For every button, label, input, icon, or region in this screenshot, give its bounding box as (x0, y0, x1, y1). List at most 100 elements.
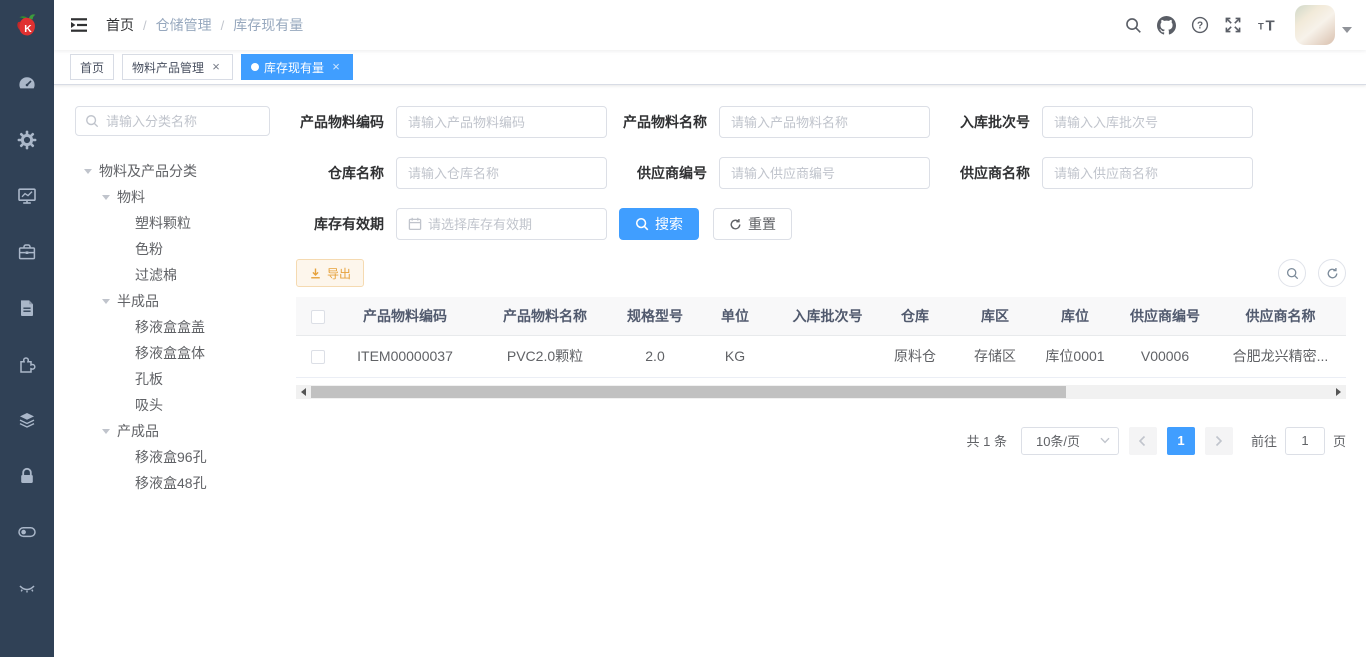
column-header: 规格型号 (620, 297, 690, 335)
tab-1[interactable]: 物料产品管理× (122, 54, 233, 80)
table-cell: 库位0001 (1035, 335, 1115, 377)
tree-node[interactable]: 孔板 (75, 366, 296, 392)
category-tree-panel: 物料及产品分类物料塑料颗粒色粉过滤棉半成品移液盒盒盖移液盒盒体孔板吸头产成品移液… (54, 85, 296, 657)
toggle-search-button[interactable] (1278, 259, 1306, 287)
grid-toolbar: 导出 (296, 259, 1346, 287)
github-icon[interactable] (1157, 16, 1176, 35)
field-input-box[interactable] (719, 157, 930, 189)
goto-suffix: 页 (1333, 431, 1346, 450)
search-icon (1286, 267, 1299, 280)
sidebar-item-lock[interactable] (0, 448, 54, 504)
table-row[interactable]: ITEM00000037PVC2.0颗粒2.0KG原料仓存储区库位0001V00… (296, 335, 1346, 377)
search-icon[interactable] (1125, 17, 1142, 34)
field-input[interactable] (408, 166, 595, 181)
tree-node[interactable]: 过滤棉 (75, 262, 296, 288)
field-input[interactable] (1054, 166, 1241, 181)
tree-expand-icon[interactable] (102, 299, 117, 304)
tab-0[interactable]: 首页 (70, 54, 114, 80)
row-checkbox[interactable] (311, 350, 325, 364)
app-logo[interactable]: K (0, 0, 54, 54)
sidebar-item-monitor[interactable] (0, 168, 54, 224)
sidebar-item-document[interactable] (0, 280, 54, 336)
tree-node[interactable]: 物料 (75, 184, 296, 210)
chevron-down-icon (1100, 437, 1110, 444)
goto-page-input[interactable] (1285, 427, 1325, 455)
scroll-right-icon[interactable] (1331, 385, 1346, 399)
sidebar-item-toggle[interactable] (0, 504, 54, 560)
category-search-input[interactable] (106, 114, 260, 129)
breadcrumb-separator: / (221, 18, 225, 33)
category-search-box[interactable] (75, 106, 270, 136)
horizontal-scrollbar[interactable] (296, 385, 1346, 399)
tree-node[interactable]: 移液盒48孔 (75, 470, 296, 496)
avatar[interactable] (1295, 5, 1335, 45)
tree-node[interactable]: 塑料颗粒 (75, 210, 296, 236)
page-number-button[interactable]: 1 (1167, 427, 1195, 455)
next-page-button[interactable] (1205, 427, 1233, 455)
tree-node[interactable]: 吸头 (75, 392, 296, 418)
breadcrumb-item[interactable]: 仓储管理 (156, 15, 212, 35)
export-button[interactable]: 导出 (296, 259, 364, 287)
table-cell: PVC2.0颗粒 (470, 335, 620, 377)
top-navbar: 首页/仓储管理/库存现有量 ?TT (54, 0, 1366, 50)
field-input-box[interactable] (1042, 157, 1253, 189)
table-cell: 合肥龙兴精密... (1215, 335, 1346, 377)
eye-closed-icon (17, 578, 37, 598)
table-cell (780, 335, 875, 377)
fullscreen-icon[interactable] (1224, 16, 1242, 34)
tree-expand-icon[interactable] (102, 429, 117, 434)
tree-node[interactable]: 产成品 (75, 418, 296, 444)
dashboard-icon (17, 74, 37, 94)
field-input-box[interactable] (396, 157, 607, 189)
sidebar-item-dashboard[interactable] (0, 56, 54, 112)
stock-expiry-input[interactable] (428, 217, 595, 232)
breadcrumb-item[interactable]: 首页 (106, 15, 134, 35)
sidebar-collapse-icon[interactable] (69, 15, 89, 35)
tree-node[interactable]: 移液盒盒体 (75, 340, 296, 366)
font-size-icon[interactable]: TT (1257, 16, 1279, 34)
tab-close-icon[interactable]: × (329, 60, 343, 74)
tree-node[interactable]: 半成品 (75, 288, 296, 314)
tree-node[interactable]: 移液盒盒盖 (75, 314, 296, 340)
field-label: 仓库名称 (296, 163, 396, 183)
tree-expand-icon[interactable] (102, 195, 117, 200)
prev-page-button[interactable] (1129, 427, 1157, 455)
tree-node[interactable]: 移液盒96孔 (75, 444, 296, 470)
page-size-select[interactable]: 10条/页 (1021, 427, 1119, 455)
tab-close-icon[interactable]: × (209, 60, 223, 74)
field-input-box[interactable] (396, 106, 607, 138)
field-input-box[interactable] (719, 106, 930, 138)
date-picker-input[interactable] (396, 208, 607, 240)
tree-node[interactable]: 色粉 (75, 236, 296, 262)
search-button[interactable]: 搜索 (619, 208, 699, 240)
logo-icon: K (10, 10, 44, 44)
field-input[interactable] (731, 115, 918, 130)
filter-field-4: 供应商编号 (619, 157, 930, 189)
field-input-box[interactable] (1042, 106, 1253, 138)
search-icon (635, 217, 649, 231)
refresh-icon (1326, 267, 1339, 280)
field-label: 入库批次号 (942, 112, 1042, 132)
scroll-left-icon[interactable] (296, 385, 311, 399)
question-icon[interactable]: ? (1191, 16, 1209, 34)
scrollbar-thumb[interactable] (311, 386, 1066, 398)
sidebar-item-puzzle[interactable] (0, 336, 54, 392)
sidebar-item-eye-closed[interactable] (0, 560, 54, 616)
tree-node[interactable]: 物料及产品分类 (75, 158, 296, 184)
field-input[interactable] (1054, 115, 1241, 130)
field-input[interactable] (731, 166, 918, 181)
reset-button[interactable]: 重置 (713, 208, 792, 240)
sidebar-item-gear[interactable] (0, 112, 54, 168)
field-input[interactable] (408, 115, 595, 130)
column-header: 入库批次号 (780, 297, 875, 335)
tree-expand-icon[interactable] (84, 169, 99, 174)
tab-2[interactable]: 库存现有量× (241, 54, 353, 80)
sidebar-item-toolbox[interactable] (0, 224, 54, 280)
select-all-checkbox[interactable] (311, 310, 325, 324)
refresh-table-button[interactable] (1318, 259, 1346, 287)
column-header: 供应商名称 (1215, 297, 1346, 335)
user-menu[interactable] (1295, 5, 1352, 45)
filter-field-stock-expiry: 库存有效期 (296, 208, 607, 240)
tree-node-label: 产成品 (117, 421, 159, 441)
sidebar-item-layers[interactable] (0, 392, 54, 448)
